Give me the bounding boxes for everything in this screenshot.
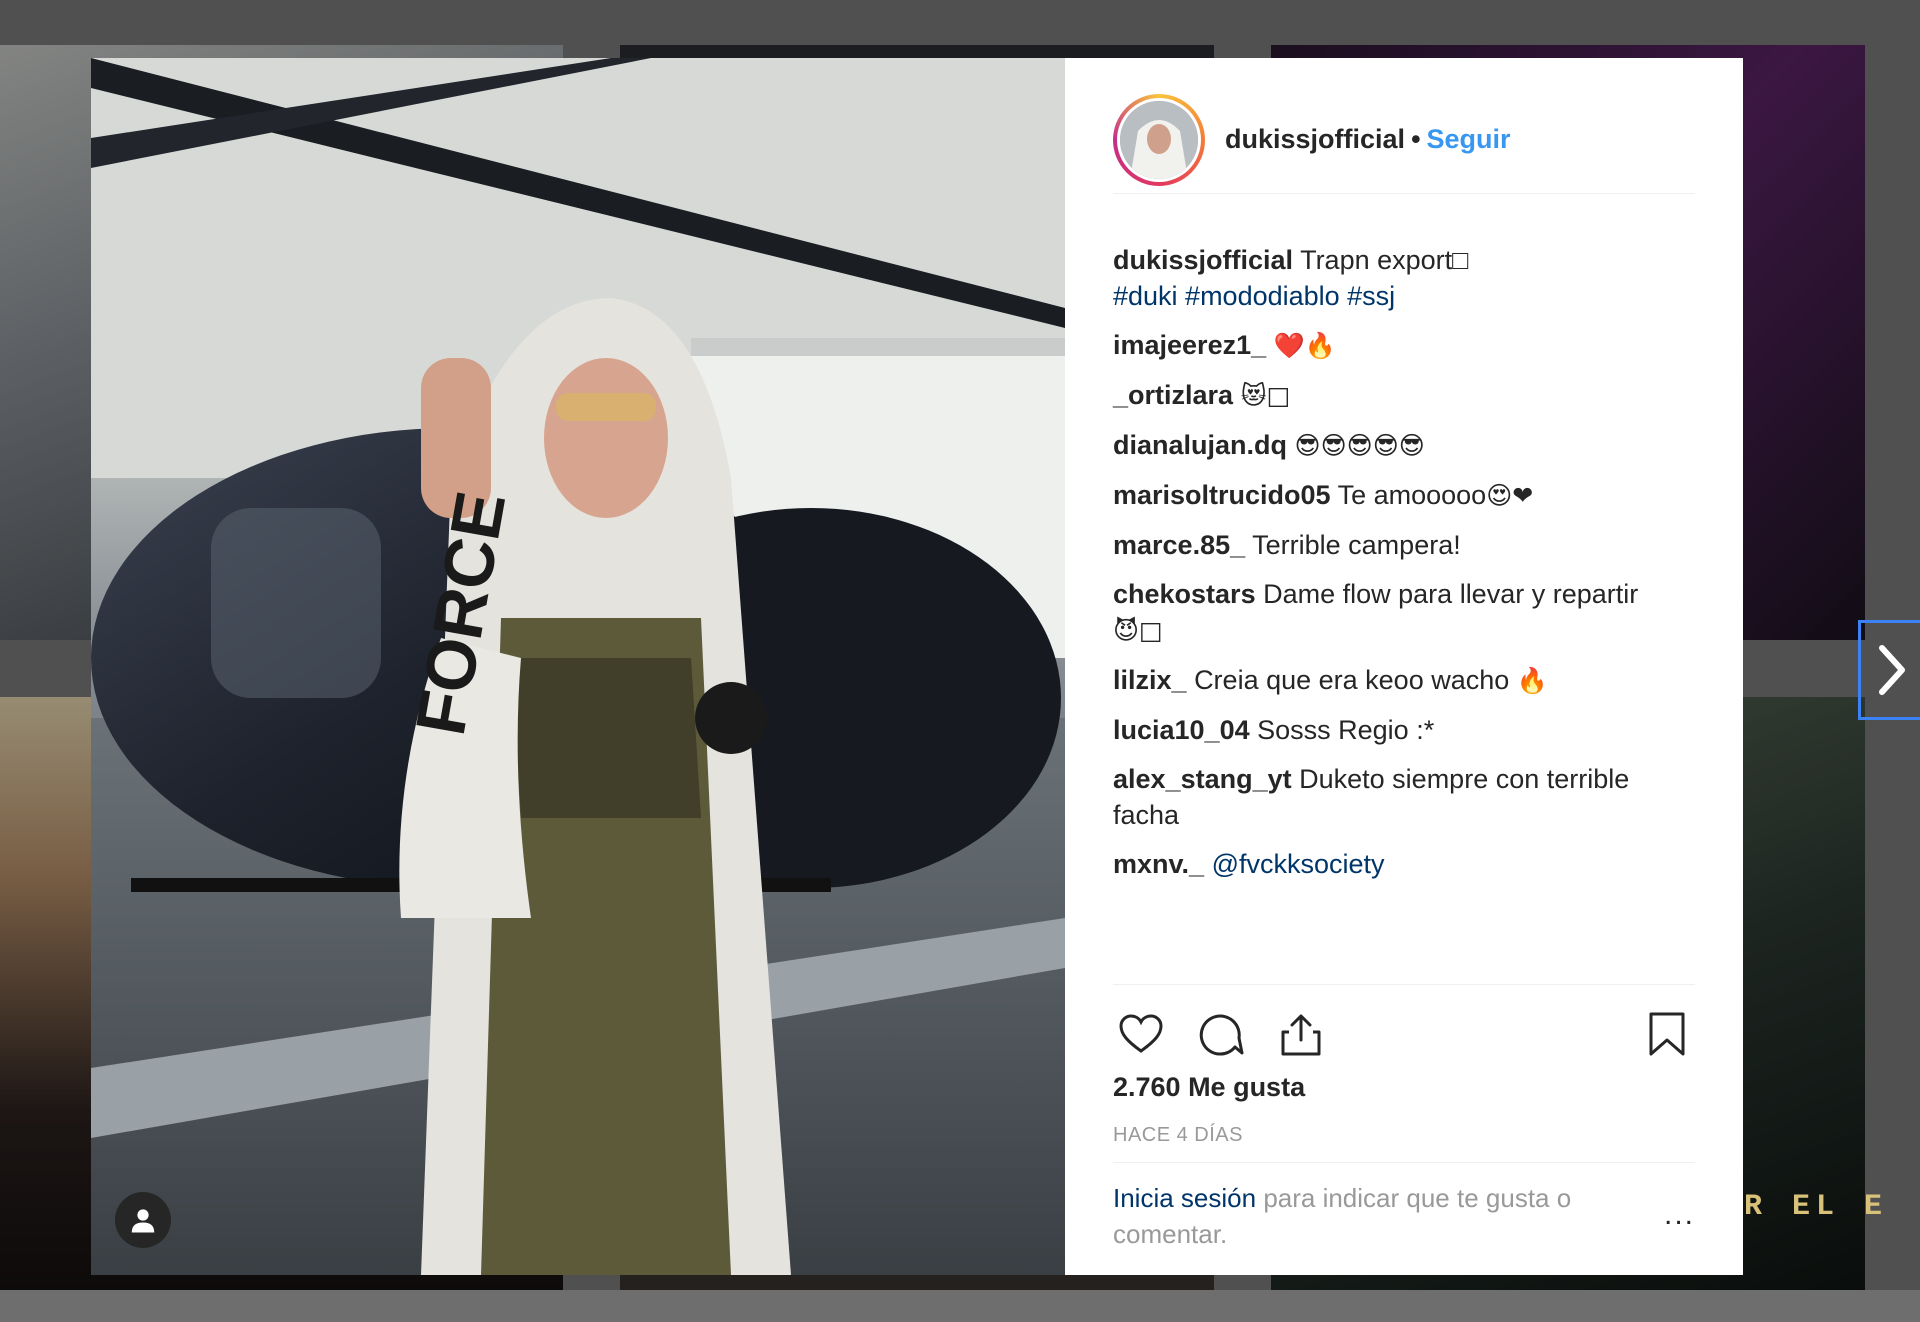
comment-item: imajeerez1_ ❤️🔥 xyxy=(1113,327,1695,364)
background-banner-text: R EL E xyxy=(1744,1190,1889,1224)
comment-username[interactable]: chekostars xyxy=(1113,579,1256,609)
comment-emoji: ❤️🔥 xyxy=(1273,331,1336,360)
comment-emoji: 😎😎😎😎😎 xyxy=(1294,431,1425,460)
header-text: dukissjofficial • Seguir xyxy=(1225,124,1511,155)
caption-text: Trapn export xyxy=(1300,245,1453,275)
comment-emoji: 😍❤ xyxy=(1486,481,1534,510)
save-button[interactable] xyxy=(1639,1006,1695,1062)
comment-item: chekostars Dame flow para llevar y repar… xyxy=(1113,576,1695,649)
heart-icon xyxy=(1119,1014,1163,1053)
comment-username[interactable]: lucia10_04 xyxy=(1113,715,1250,745)
bookmark-icon xyxy=(1649,1012,1685,1056)
comment-username[interactable]: marisoltrucido05 xyxy=(1113,480,1331,510)
avatar-image xyxy=(1120,100,1198,179)
caption-username[interactable]: dukissjofficial xyxy=(1113,245,1293,275)
chevron-right-icon xyxy=(1879,645,1905,695)
comment-text: Sosss Regio :* xyxy=(1257,715,1435,745)
post-header: dukissjofficial • Seguir xyxy=(1113,86,1695,194)
post-timestamp[interactable]: HACE 4 DÍAS xyxy=(1113,1124,1243,1147)
comment-username[interactable]: _ortizlara xyxy=(1113,380,1233,410)
avatar[interactable] xyxy=(1113,93,1205,186)
comment-item: mxnv._ @fvckksociety xyxy=(1113,846,1695,882)
comment-emoji: 😻□ xyxy=(1240,381,1291,410)
comments-list: dukissjofficial Trapn export□ #duki #mod… xyxy=(1113,242,1695,895)
user-icon xyxy=(131,1209,155,1233)
login-divider xyxy=(1113,1162,1695,1163)
post-details-panel: dukissjofficial • Seguir dukissjofficial T… xyxy=(1065,58,1743,1275)
login-prompt: Inicia sesión para indicar que te gusta … xyxy=(1113,1180,1633,1252)
comment-item: marisoltrucido05 Te amooooo😍❤ xyxy=(1113,477,1695,514)
comment-emoji: 😈□ xyxy=(1113,616,1163,645)
comment-text: Dame flow para llevar y repartir xyxy=(1263,579,1639,609)
comment-username[interactable]: mxnv._ xyxy=(1113,849,1204,879)
comment-username[interactable]: lilzix_ xyxy=(1113,665,1187,695)
login-link[interactable]: Inicia sesión xyxy=(1113,1183,1256,1213)
comment-text: Creia que era keoo wacho xyxy=(1194,665,1510,695)
caption-hashtags[interactable]: #duki #mododiablo #ssj xyxy=(1113,281,1395,311)
post-photo-illustration: FORCE xyxy=(91,58,1065,1275)
comment-text: Te amooooo xyxy=(1337,480,1487,510)
bottom-band xyxy=(0,1290,1920,1322)
comment-item: lucia10_04 Sosss Regio :* xyxy=(1113,712,1695,748)
caption: dukissjofficial Trapn export□ #duki #mod… xyxy=(1113,242,1695,314)
follow-button[interactable]: Seguir xyxy=(1427,124,1511,154)
action-bar xyxy=(1113,1006,1695,1062)
comment-icon xyxy=(1199,1014,1244,1056)
comment-item: dianalujan.dq 😎😎😎😎😎 xyxy=(1113,427,1695,464)
more-options-button[interactable]: ... xyxy=(1664,1198,1695,1232)
share-icon xyxy=(1281,1014,1321,1056)
likes-count[interactable]: 2.760 Me gusta xyxy=(1113,1072,1305,1103)
comment-item: lilzix_ Creia que era keoo wacho 🔥 xyxy=(1113,662,1695,699)
comment-username[interactable]: dianalujan.dq xyxy=(1113,430,1287,460)
comment-item: marce.85_ Terrible campera! xyxy=(1113,527,1695,563)
comment-item: alex_stang_yt Duketo siempre con terribl… xyxy=(1113,761,1695,833)
comment-item: _ortizlara 😻□ xyxy=(1113,377,1695,414)
caption-trail: □ xyxy=(1452,245,1469,275)
comment-emoji: 🔥 xyxy=(1516,666,1548,695)
tagged-users-button[interactable] xyxy=(115,1192,171,1248)
post-modal: FORCE dukissjofficial • Seguir dukissjof… xyxy=(91,58,1743,1275)
separator-dot: • xyxy=(1411,124,1421,154)
comment-text: Terrible campera! xyxy=(1252,530,1461,560)
comment-mention[interactable]: @fvckksociety xyxy=(1212,849,1385,879)
comment-username[interactable]: alex_stang_yt xyxy=(1113,764,1292,794)
comment-button[interactable] xyxy=(1193,1006,1249,1062)
post-photo[interactable]: FORCE xyxy=(91,58,1065,1275)
like-button[interactable] xyxy=(1113,1006,1169,1062)
actions-divider xyxy=(1113,984,1695,985)
comment-username[interactable]: imajeerez1_ xyxy=(1113,330,1266,360)
username-link[interactable]: dukissjofficial xyxy=(1225,124,1405,154)
avatar-border xyxy=(1117,97,1201,182)
comment-username[interactable]: marce.85_ xyxy=(1113,530,1245,560)
share-button[interactable] xyxy=(1273,1006,1329,1062)
next-post-button[interactable] xyxy=(1858,620,1920,720)
